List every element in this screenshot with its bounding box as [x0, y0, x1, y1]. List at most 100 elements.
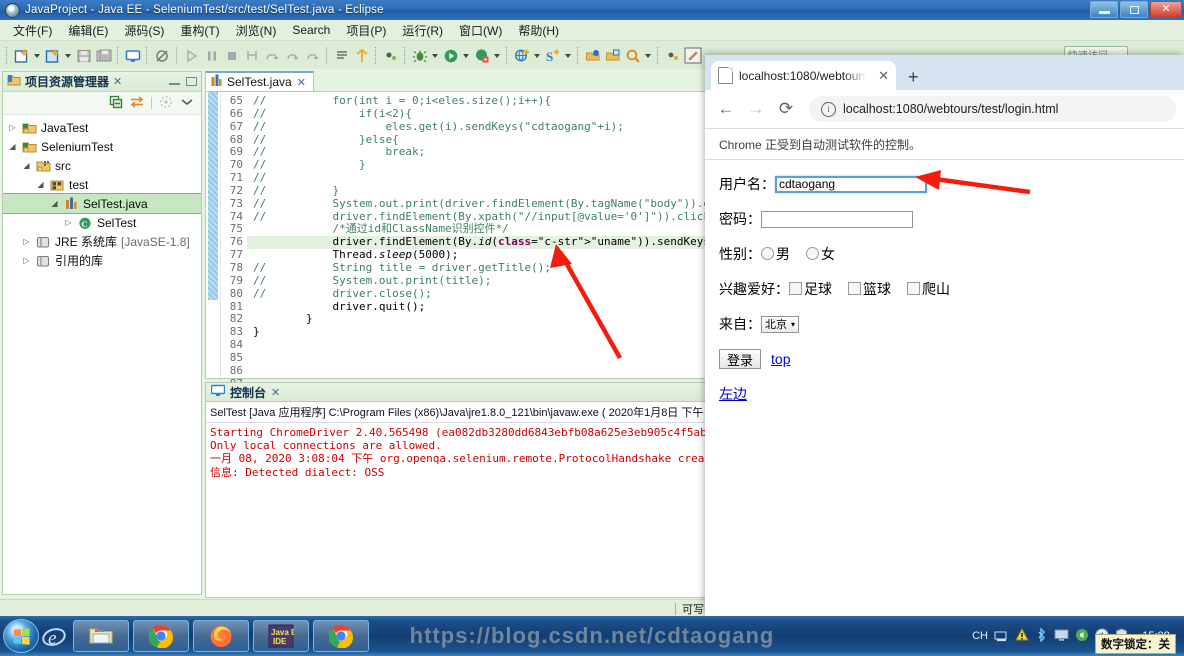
- menu-item-search[interactable]: Search: [285, 21, 337, 39]
- radio-icon[interactable]: [806, 247, 819, 260]
- password-input[interactable]: [761, 210, 913, 228]
- reload-icon[interactable]: ⟳: [773, 96, 799, 122]
- menu-item-edit[interactable]: 编辑(E): [61, 20, 115, 41]
- search-caret-icon[interactable]: [645, 53, 651, 58]
- close-button[interactable]: ✕: [1150, 1, 1182, 18]
- tree-item-seltest.java[interactable]: ◢ SelTest.java: [3, 193, 201, 214]
- expand-arrow-icon[interactable]: ▷: [63, 218, 74, 227]
- focus-task-icon[interactable]: [381, 46, 400, 65]
- view-menu-icon[interactable]: [180, 96, 194, 110]
- run-caret-icon[interactable]: [463, 53, 469, 58]
- new-wizard-icon[interactable]: [12, 46, 31, 65]
- tree-item-seltest[interactable]: ▷ C SelTest: [3, 213, 201, 232]
- minimize-button[interactable]: [1090, 1, 1118, 18]
- editor-annotation-ruler[interactable]: [206, 92, 221, 378]
- tree-item-javatest[interactable]: ▷ JavaTest: [3, 118, 201, 137]
- run-icon[interactable]: [441, 46, 460, 65]
- menu-item-window[interactable]: 窗口(W): [452, 20, 509, 41]
- project-explorer-tab[interactable]: 项目资源管理器 ✕: [3, 72, 201, 92]
- external-tools-caret-icon[interactable]: [494, 53, 500, 58]
- open-resource-icon[interactable]: [603, 46, 622, 65]
- expand-arrow-icon[interactable]: ▷: [21, 237, 32, 246]
- collapse-arrow-icon[interactable]: ◢: [21, 161, 32, 170]
- focus-on-active-task-icon[interactable]: [159, 95, 173, 112]
- menu-item-run[interactable]: 运行(R): [395, 20, 450, 41]
- start-button[interactable]: [3, 619, 39, 653]
- tree-item-src[interactable]: ◢ src: [3, 156, 201, 175]
- new-server-icon[interactable]: [512, 46, 531, 65]
- menu-item-file[interactable]: 文件(F): [6, 20, 59, 41]
- search-icon[interactable]: [623, 46, 642, 65]
- close-icon[interactable]: ✕: [878, 68, 889, 84]
- open-task-icon[interactable]: [332, 46, 351, 65]
- page-info-icon[interactable]: i: [821, 101, 836, 117]
- gender-option-female[interactable]: 女: [806, 244, 835, 264]
- expand-arrow-icon[interactable]: ▷: [7, 123, 18, 132]
- menu-item-help[interactable]: 帮助(H): [511, 20, 566, 41]
- close-icon[interactable]: ✕: [113, 75, 122, 88]
- new-java-class-icon[interactable]: [43, 46, 62, 65]
- tree-item-seleniumtest[interactable]: ◢ SeleniumTest: [3, 137, 201, 156]
- open-type-icon[interactable]: [583, 46, 602, 65]
- network-icon[interactable]: [994, 628, 1009, 645]
- close-icon[interactable]: ✕: [297, 76, 306, 89]
- address-bar[interactable]: i localhost:1080/webtours/test/login.htm…: [809, 96, 1176, 122]
- from-select[interactable]: 北京 ▾: [761, 315, 800, 333]
- link-with-editor-icon[interactable]: [130, 95, 144, 112]
- top-link[interactable]: top: [771, 351, 790, 367]
- project-tree[interactable]: ▷ JavaTest ◢ SeleniumTest ◢ src ◢ test ◢ SelTest.…: [3, 115, 201, 592]
- display-icon[interactable]: [1054, 628, 1069, 645]
- taskbar-button-file-explorer[interactable]: [73, 620, 129, 652]
- collapse-arrow-icon[interactable]: ◢: [49, 199, 60, 208]
- menu-item-source[interactable]: 源码(S): [117, 20, 171, 41]
- menu-item-project[interactable]: 项目(P): [339, 20, 393, 41]
- warning-icon[interactable]: [1015, 627, 1029, 645]
- annotate-icon[interactable]: [683, 46, 702, 65]
- hobby-option-football[interactable]: 足球: [789, 279, 832, 299]
- collapse-all-icon[interactable]: [109, 95, 123, 112]
- taskbar-button-eclipse[interactable]: Java EE IDE: [253, 620, 309, 652]
- bluetooth-icon[interactable]: [1035, 626, 1048, 645]
- taskbar-button-chrome-1[interactable]: [133, 620, 189, 652]
- new-server-caret-icon[interactable]: [534, 53, 540, 58]
- close-icon[interactable]: ✕: [271, 386, 280, 399]
- radio-icon[interactable]: [761, 247, 774, 260]
- back-icon[interactable]: ←: [713, 96, 739, 122]
- console-view-icon[interactable]: [123, 46, 142, 65]
- debug-icon[interactable]: [410, 46, 429, 65]
- collapse-arrow-icon[interactable]: ◢: [7, 142, 18, 151]
- collapse-arrow-icon[interactable]: ◢: [35, 180, 46, 189]
- gender-option-male[interactable]: 男: [761, 244, 790, 264]
- menu-item-refactor[interactable]: 重构(T): [173, 20, 226, 41]
- quick-launch-internet-explorer[interactable]: e: [39, 619, 69, 653]
- task-repository-icon[interactable]: [663, 46, 682, 65]
- hobby-option-basketball[interactable]: 篮球: [848, 279, 891, 299]
- expand-arrow-icon[interactable]: ▷: [21, 256, 32, 265]
- checkbox-icon[interactable]: [907, 282, 920, 295]
- checkbox-icon[interactable]: [789, 282, 802, 295]
- new-java-class-caret-icon[interactable]: [65, 53, 71, 58]
- save-icon[interactable]: [74, 46, 93, 65]
- editor-tab-seltest-java[interactable]: SelTest.java ✕: [205, 71, 314, 91]
- taskbar-button-chrome-2[interactable]: [313, 620, 369, 652]
- activate-task-icon[interactable]: [352, 46, 371, 65]
- sound-icon[interactable]: [1075, 628, 1089, 645]
- run-external-tools-icon[interactable]: [472, 46, 491, 65]
- maximize-view-icon[interactable]: [186, 77, 197, 86]
- new-struts-caret-icon[interactable]: [565, 53, 571, 58]
- username-input[interactable]: cdtaogang: [775, 175, 927, 193]
- tree-item-test[interactable]: ◢ test: [3, 175, 201, 194]
- save-all-icon[interactable]: [94, 46, 113, 65]
- debug-caret-icon[interactable]: [432, 53, 438, 58]
- forward-icon[interactable]: →: [743, 96, 769, 122]
- checkbox-icon[interactable]: [848, 282, 861, 295]
- hobby-option-climbing[interactable]: 爬山: [907, 279, 950, 299]
- chrome-tab[interactable]: localhost:1080/webtours/test/lo ✕: [711, 61, 896, 90]
- ime-indicator[interactable]: CH: [972, 630, 988, 642]
- skip-breakpoints-icon[interactable]: [152, 46, 171, 65]
- menu-item-navigate[interactable]: 浏览(N): [229, 20, 284, 41]
- tree-item-jre-[interactable]: ▷ JRE 系统库 [JavaSE-1.8]: [3, 232, 201, 251]
- new-wizard-caret-icon[interactable]: [34, 53, 40, 58]
- new-struts-icon[interactable]: S: [543, 46, 562, 65]
- maximize-button[interactable]: [1120, 1, 1148, 18]
